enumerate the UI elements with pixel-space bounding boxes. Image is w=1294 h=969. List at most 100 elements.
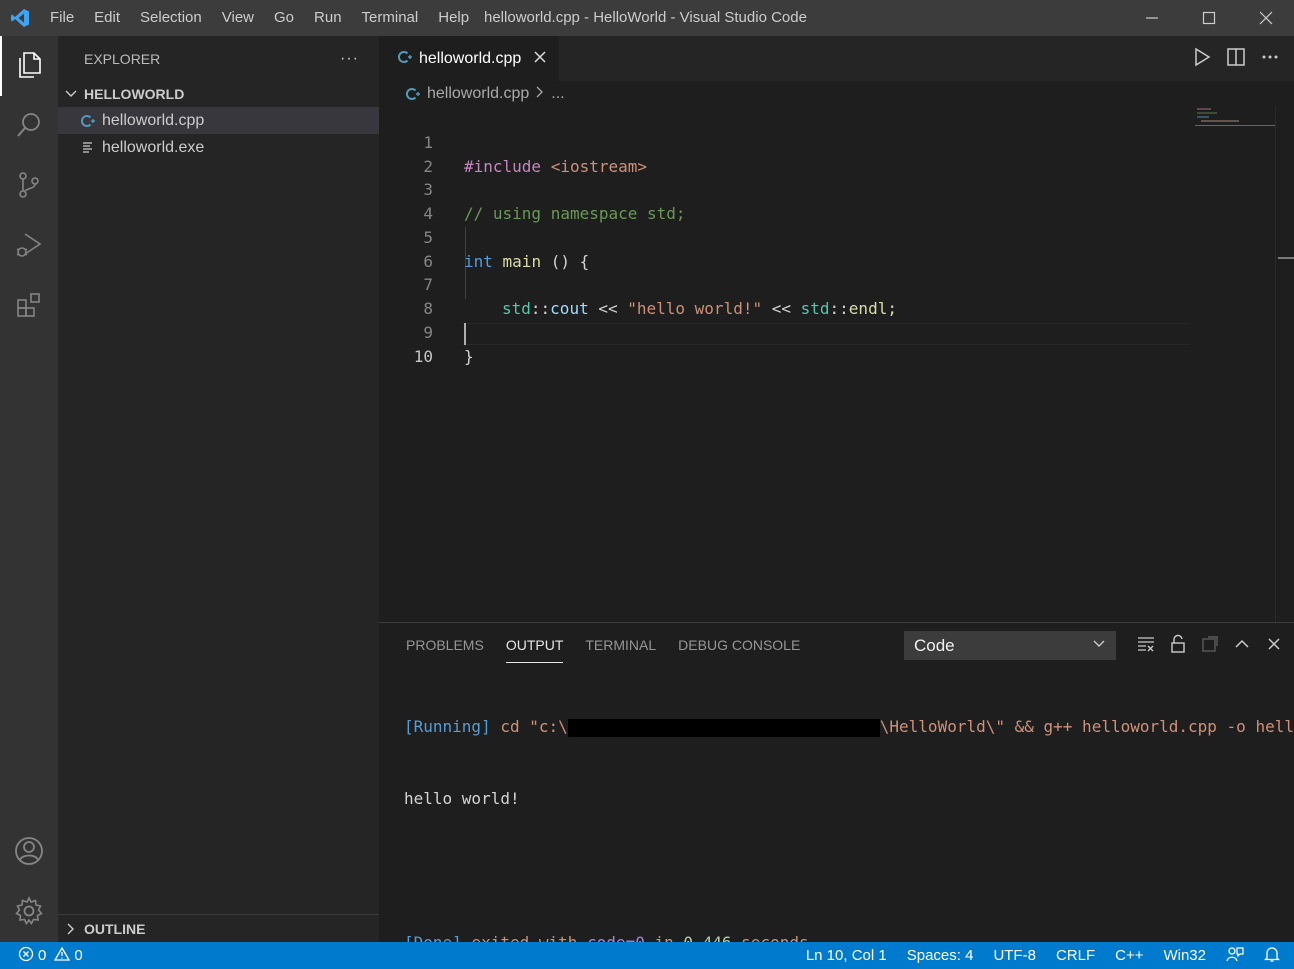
editor-actions bbox=[1192, 36, 1280, 81]
menu-edit[interactable]: Edit bbox=[84, 0, 130, 36]
end-of-line[interactable]: CRLF bbox=[1056, 947, 1095, 964]
breadcrumb-file[interactable]: helloworld.cpp bbox=[427, 85, 529, 103]
folder-header[interactable]: HELLOWORLD bbox=[58, 81, 379, 107]
open-log-file-icon[interactable] bbox=[1200, 634, 1220, 657]
search-icon bbox=[14, 110, 44, 143]
more-icon[interactable] bbox=[1260, 47, 1280, 70]
close-tab-icon[interactable] bbox=[533, 48, 547, 69]
outline-label: OUTLINE bbox=[84, 920, 146, 937]
editor-scrollbar-track bbox=[1275, 107, 1276, 622]
chevron-down-icon bbox=[1092, 636, 1106, 656]
scrollbar-position-marker[interactable] bbox=[1278, 257, 1294, 259]
source-control-activity[interactable] bbox=[0, 156, 58, 216]
maximize-button[interactable] bbox=[1180, 0, 1237, 36]
code-line: 6 bbox=[379, 226, 1189, 271]
file-name: helloworld.cpp bbox=[102, 111, 205, 129]
activity-bar bbox=[0, 36, 58, 942]
redacted-path bbox=[567, 718, 880, 737]
panel-actions bbox=[1136, 623, 1284, 667]
folder-name: HELLOWORLD bbox=[84, 86, 185, 102]
output-command-start: cd "c:\ bbox=[490, 717, 568, 736]
cursor-position[interactable]: Ln 10, Col 1 bbox=[806, 947, 887, 964]
tab-debug-console[interactable]: DEBUG CONSOLE bbox=[667, 623, 811, 667]
cpp-file-icon bbox=[397, 49, 413, 68]
manage-activity[interactable] bbox=[0, 882, 58, 942]
source-control-icon bbox=[14, 170, 44, 203]
explorer-activity[interactable] bbox=[0, 36, 58, 96]
run-debug-icon bbox=[14, 230, 44, 263]
menu-bar: File Edit Selection View Go Run Terminal… bbox=[40, 0, 469, 36]
minimap[interactable] bbox=[1195, 107, 1275, 129]
minimize-button[interactable] bbox=[1123, 0, 1180, 36]
editor-tab-helloworld-cpp[interactable]: helloworld.cpp bbox=[379, 36, 559, 81]
warning-count: 0 bbox=[74, 947, 83, 964]
close-window-button[interactable] bbox=[1237, 0, 1294, 36]
extensions-icon bbox=[14, 290, 44, 323]
editor-tab-bar: helloworld.cpp bbox=[379, 36, 1294, 81]
line-number: 10 bbox=[413, 347, 433, 366]
cpp-file-icon bbox=[80, 113, 100, 129]
error-count: 0 bbox=[38, 947, 47, 964]
chevron-down-icon bbox=[64, 87, 84, 101]
encoding[interactable]: UTF-8 bbox=[993, 947, 1036, 964]
more-actions-button[interactable]: ··· bbox=[340, 50, 359, 68]
text-cursor bbox=[464, 323, 466, 345]
code-line: 4 bbox=[379, 178, 1189, 223]
menu-run[interactable]: Run bbox=[304, 0, 352, 36]
code-line: 9 } bbox=[379, 297, 1189, 366]
menu-file[interactable]: File bbox=[40, 0, 84, 36]
output-blank bbox=[404, 859, 1294, 883]
account-icon bbox=[13, 835, 45, 870]
run-code-icon[interactable] bbox=[1192, 47, 1212, 70]
search-activity[interactable] bbox=[0, 96, 58, 156]
language-mode[interactable]: C++ bbox=[1115, 947, 1143, 964]
output-content[interactable]: [Running] cd "c:\ \HelloWorld\" && g++ he… bbox=[404, 667, 1294, 969]
output-channel-value: Code bbox=[914, 635, 955, 655]
split-editor-icon[interactable] bbox=[1226, 47, 1246, 70]
file-item-helloworld-cpp[interactable]: helloworld.cpp bbox=[58, 107, 379, 134]
tab-problems[interactable]: PROBLEMS bbox=[395, 623, 495, 667]
text-file-icon bbox=[80, 140, 100, 156]
clear-output-icon[interactable] bbox=[1136, 634, 1156, 657]
tab-terminal[interactable]: TERMINAL bbox=[574, 623, 667, 667]
status-right: Ln 10, Col 1 Spaces: 4 UTF-8 CRLF C++ Wi… bbox=[806, 942, 1281, 969]
menu-terminal[interactable]: Terminal bbox=[352, 0, 429, 36]
file-item-helloworld-exe[interactable]: helloworld.exe bbox=[58, 134, 379, 161]
bottom-panel: PROBLEMS OUTPUT TERMINAL DEBUG CONSOLE C… bbox=[379, 622, 1294, 952]
output-command-end: \HelloWorld\" && g++ helloworld.cpp -o h… bbox=[879, 717, 1294, 736]
code-line: 2 bbox=[379, 131, 1189, 176]
menu-view[interactable]: View bbox=[212, 0, 264, 36]
outline-section-header[interactable]: OUTLINE bbox=[58, 914, 379, 942]
menu-go[interactable]: Go bbox=[264, 0, 304, 36]
explorer-title: EXPLORER bbox=[84, 50, 161, 67]
indentation[interactable]: Spaces: 4 bbox=[907, 947, 974, 964]
run-debug-activity[interactable] bbox=[0, 216, 58, 276]
feedback-icon[interactable] bbox=[1226, 945, 1244, 967]
extensions-activity[interactable] bbox=[0, 276, 58, 336]
breadcrumb: helloworld.cpp ... bbox=[379, 81, 1294, 107]
menu-help[interactable]: Help bbox=[428, 0, 469, 36]
platform[interactable]: Win32 bbox=[1163, 947, 1206, 964]
lock-scroll-icon[interactable] bbox=[1168, 634, 1188, 657]
output-hello: hello world! bbox=[404, 789, 520, 808]
maximize-panel-icon[interactable] bbox=[1232, 634, 1252, 657]
code-editor[interactable]: 1 #include <iostream> 2 3 // using names… bbox=[379, 107, 1294, 622]
accounts-activity[interactable] bbox=[0, 822, 58, 882]
breadcrumb-symbol[interactable]: ... bbox=[551, 85, 564, 103]
gear-icon bbox=[13, 895, 45, 930]
code-line: 3 // using namespace std; bbox=[379, 154, 1189, 223]
chevron-right-icon bbox=[64, 922, 84, 936]
explorer-header: EXPLORER ··· bbox=[58, 36, 379, 81]
output-channel-select[interactable]: Code bbox=[904, 631, 1116, 660]
tab-label: helloworld.cpp bbox=[419, 49, 522, 67]
problems-status[interactable]: 0 0 bbox=[0, 946, 83, 966]
output-running-tag: [Running] bbox=[404, 717, 491, 736]
chevron-right-icon bbox=[535, 85, 545, 103]
menu-selection[interactable]: Selection bbox=[130, 0, 212, 36]
code-line: 1 #include <iostream> bbox=[379, 107, 1189, 176]
cpp-file-icon bbox=[405, 86, 421, 102]
close-panel-icon[interactable] bbox=[1264, 634, 1284, 657]
tab-output[interactable]: OUTPUT bbox=[495, 623, 575, 667]
notifications-bell-icon[interactable] bbox=[1263, 945, 1281, 967]
file-name: helloworld.exe bbox=[102, 138, 205, 156]
